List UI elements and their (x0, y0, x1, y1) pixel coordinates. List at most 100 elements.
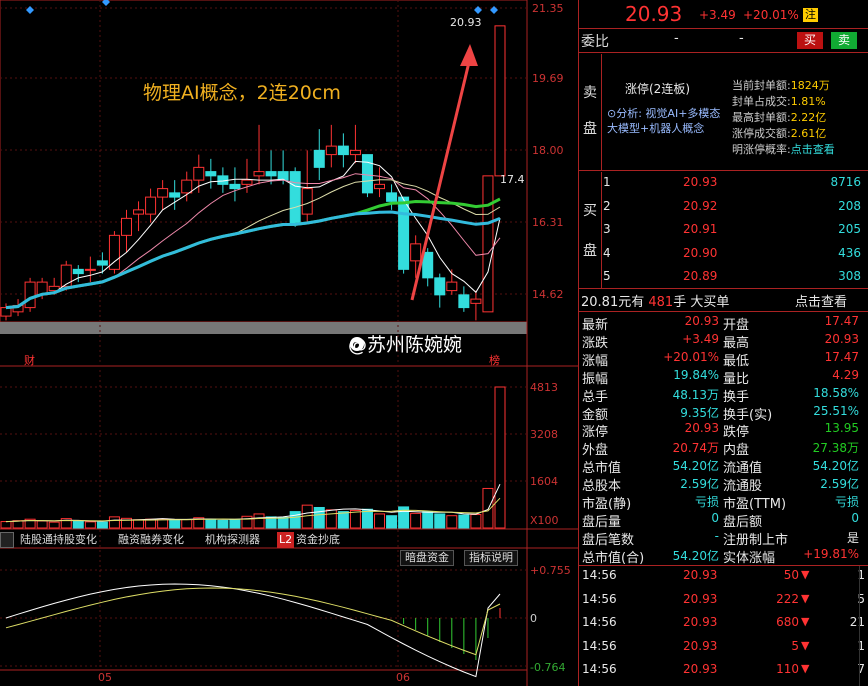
buy-level-number: 1 (603, 175, 611, 189)
candle-body (446, 281, 458, 292)
tick-count: 21 (849, 615, 865, 629)
stat-label: 最低 (723, 353, 750, 369)
tick-price: 20.93 (683, 615, 718, 629)
stat-value: 18.58% (813, 385, 859, 400)
candle-body (337, 145, 349, 156)
tick-count: 7 (857, 662, 865, 676)
candle-body (422, 251, 434, 279)
tab-scroll-left[interactable] (0, 532, 14, 548)
candle-body (410, 243, 422, 262)
stat-label: 金额 (582, 407, 609, 423)
macd-axis-label: -0.764 (530, 661, 566, 674)
price-axis-label: 19.69 (532, 72, 564, 85)
buy-level-number: 4 (603, 245, 611, 260)
buy-level-price: 20.89 (683, 269, 718, 283)
buy-level-volume: 205 (838, 222, 861, 236)
stat-value: - (714, 528, 719, 543)
tick-volume: 110 (776, 662, 799, 676)
stat-value: 20.93 (824, 331, 859, 346)
candle-body (60, 264, 72, 287)
diamond-marker-icon (490, 6, 498, 14)
tick-time: 14:56 (582, 662, 617, 676)
volume-bar (313, 506, 325, 529)
stat-label: 流通值 (723, 461, 763, 477)
big-order-desc: 手 大买单 (673, 295, 730, 310)
stat-label: 最高 (723, 335, 750, 351)
dark-pool-button[interactable]: 暗盘资金 (400, 550, 454, 566)
tick-price: 20.93 (683, 662, 718, 676)
macd-dea-line (5, 587, 501, 656)
candle-body (120, 217, 132, 236)
volume-bar (337, 511, 349, 529)
stat-label: 开盘 (723, 318, 750, 333)
candle-body (229, 183, 241, 190)
sell-button[interactable]: 卖 (831, 32, 857, 49)
month-label: 06 (396, 671, 410, 684)
candle-body (84, 268, 96, 271)
kline-chart-area[interactable]: 21.35 19.69 18.00 16.31 14.62 20.93 17.4… (0, 0, 578, 686)
indicator-help-button[interactable]: 指标说明 (464, 550, 518, 566)
seal-label: 明涨停概率: (732, 143, 791, 156)
volume-bar (133, 519, 145, 529)
stat-label: 总手 (582, 389, 609, 405)
tick-time: 14:56 (582, 638, 617, 653)
candle-body (253, 171, 265, 177)
candle-body (193, 166, 205, 181)
volume-bar (253, 513, 265, 529)
l2-badge: L2 (277, 532, 295, 548)
candle-body (205, 171, 217, 177)
volume-axis-label: 1604 (530, 475, 558, 488)
stat-value: 54.20亿 (812, 459, 859, 474)
concept-analysis[interactable]: ⊙分析: 视觉AI+多模态大模型+机器人概念 (607, 106, 725, 136)
price-axis-label: 14.62 (532, 288, 564, 301)
tab-institution-detector[interactable]: 机构探测器 (205, 532, 260, 548)
stat-label: 最新 (582, 318, 609, 333)
stat-label: 盘后额 (723, 514, 763, 530)
volume-bar (0, 521, 12, 529)
big-order-price: 20.81 (581, 295, 619, 310)
candle-body (301, 188, 313, 215)
low-price-marker: 17.4 (500, 173, 525, 186)
candle-body (482, 175, 494, 313)
seal-label: 最高封单额: (732, 111, 791, 124)
tab-northbound-holding[interactable]: 陆股通持股变化 (20, 532, 97, 548)
stat-value: 20.93 (684, 421, 719, 436)
stat-label: 流通股 (723, 479, 763, 495)
stat-value: 54.20亿 (672, 459, 719, 474)
price-change: +3.49 (699, 8, 736, 22)
price-axis-label: 21.35 (532, 2, 564, 15)
tick-price: 20.93 (683, 568, 718, 582)
tab-margin-trading[interactable]: 融资融券变化 (118, 532, 184, 548)
big-order-link[interactable]: 点击查看 (795, 291, 847, 310)
candle-body (325, 145, 337, 156)
stat-label: 市盈(TTM) (723, 497, 787, 512)
down-arrow-icon: ▼ (801, 615, 810, 628)
diamond-marker-icon (26, 6, 34, 14)
stat-value: 48.13万 (672, 387, 719, 402)
volume-bar (458, 514, 470, 529)
tick-time: 14:56 (582, 615, 617, 629)
billboard-marker[interactable]: 榜 (489, 352, 500, 368)
stat-value: 亏损 (694, 495, 719, 509)
volume-bar (446, 515, 458, 529)
buy-level-number: 3 (603, 222, 611, 236)
stat-value: +3.49 (682, 331, 719, 346)
down-arrow-icon: ▼ (801, 662, 810, 675)
stat-label: 跌停 (723, 425, 750, 441)
tick-price: 20.93 (683, 638, 718, 653)
tick-time: 14:56 (582, 591, 617, 606)
stat-value: 亏损 (834, 495, 859, 509)
volume-bar (289, 511, 301, 529)
stat-label: 外盘 (582, 443, 609, 459)
stat-label: 实体涨幅 (723, 550, 776, 566)
volume-bar (494, 386, 506, 529)
candle-body (133, 209, 145, 215)
weibo-logo-icon (352, 336, 366, 350)
volume-bar (205, 518, 217, 529)
tab-bottom-fishing[interactable]: 资金抄底 (296, 532, 340, 548)
limit-prob-link[interactable]: 点击查看 (791, 143, 835, 156)
finance-marker[interactable]: 财 (24, 352, 35, 368)
buy-button[interactable]: 买 (797, 32, 823, 49)
tick-count: 1 (857, 568, 865, 582)
divider (579, 288, 868, 289)
